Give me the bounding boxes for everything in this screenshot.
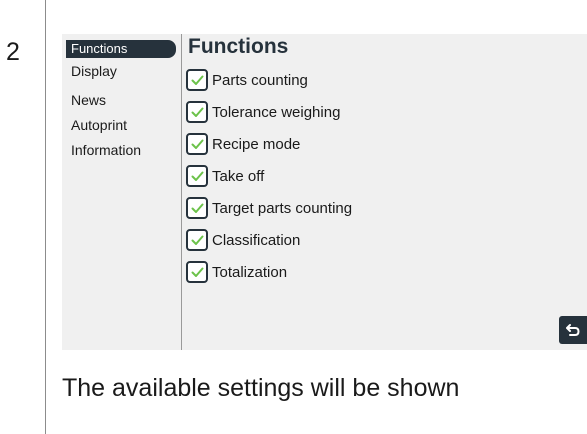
step-divider [45,0,46,434]
checkbox-checked-icon[interactable] [186,165,208,187]
function-row-parts-counting[interactable]: Parts counting [186,68,308,92]
function-label: Tolerance weighing [212,103,341,121]
menu-item-functions[interactable]: Functions [66,40,176,58]
back-arrow-icon [566,324,580,336]
function-row-tolerance-weighing[interactable]: Tolerance weighing [186,100,340,124]
function-row-classification[interactable]: Classification [186,228,300,252]
checkbox-checked-icon[interactable] [186,261,208,283]
checkbox-checked-icon[interactable] [186,69,208,91]
function-label: Classification [212,231,301,249]
function-row-take-off[interactable]: Take off [186,164,264,188]
checkbox-checked-icon[interactable] [186,197,208,219]
page-title: Functions [188,35,289,58]
function-label: Target parts counting [212,199,353,217]
device-screen: Functions Display News Autoprint Informa… [62,34,587,350]
function-row-target-parts-counting[interactable]: Target parts counting [186,196,352,220]
function-label: Totalization [212,263,288,281]
menu-item-information[interactable]: Information [66,141,146,159]
back-button[interactable] [559,316,587,344]
function-label: Take off [212,167,265,185]
menu-item-autoprint[interactable]: Autoprint [66,116,132,134]
checkbox-checked-icon[interactable] [186,133,208,155]
step-number: 2 [6,38,20,66]
function-row-totalization[interactable]: Totalization [186,260,287,284]
function-label: Parts counting [212,71,308,89]
menu-item-display[interactable]: Display [66,62,122,80]
function-row-recipe-mode[interactable]: Recipe mode [186,132,300,156]
settings-menu: Functions Display News Autoprint Informa… [62,34,182,350]
menu-item-news[interactable]: News [66,91,111,109]
function-label: Recipe mode [212,135,301,153]
checkbox-checked-icon[interactable] [186,229,208,251]
step-caption: The available settings will be shown [62,374,460,402]
checkbox-checked-icon[interactable] [186,101,208,123]
